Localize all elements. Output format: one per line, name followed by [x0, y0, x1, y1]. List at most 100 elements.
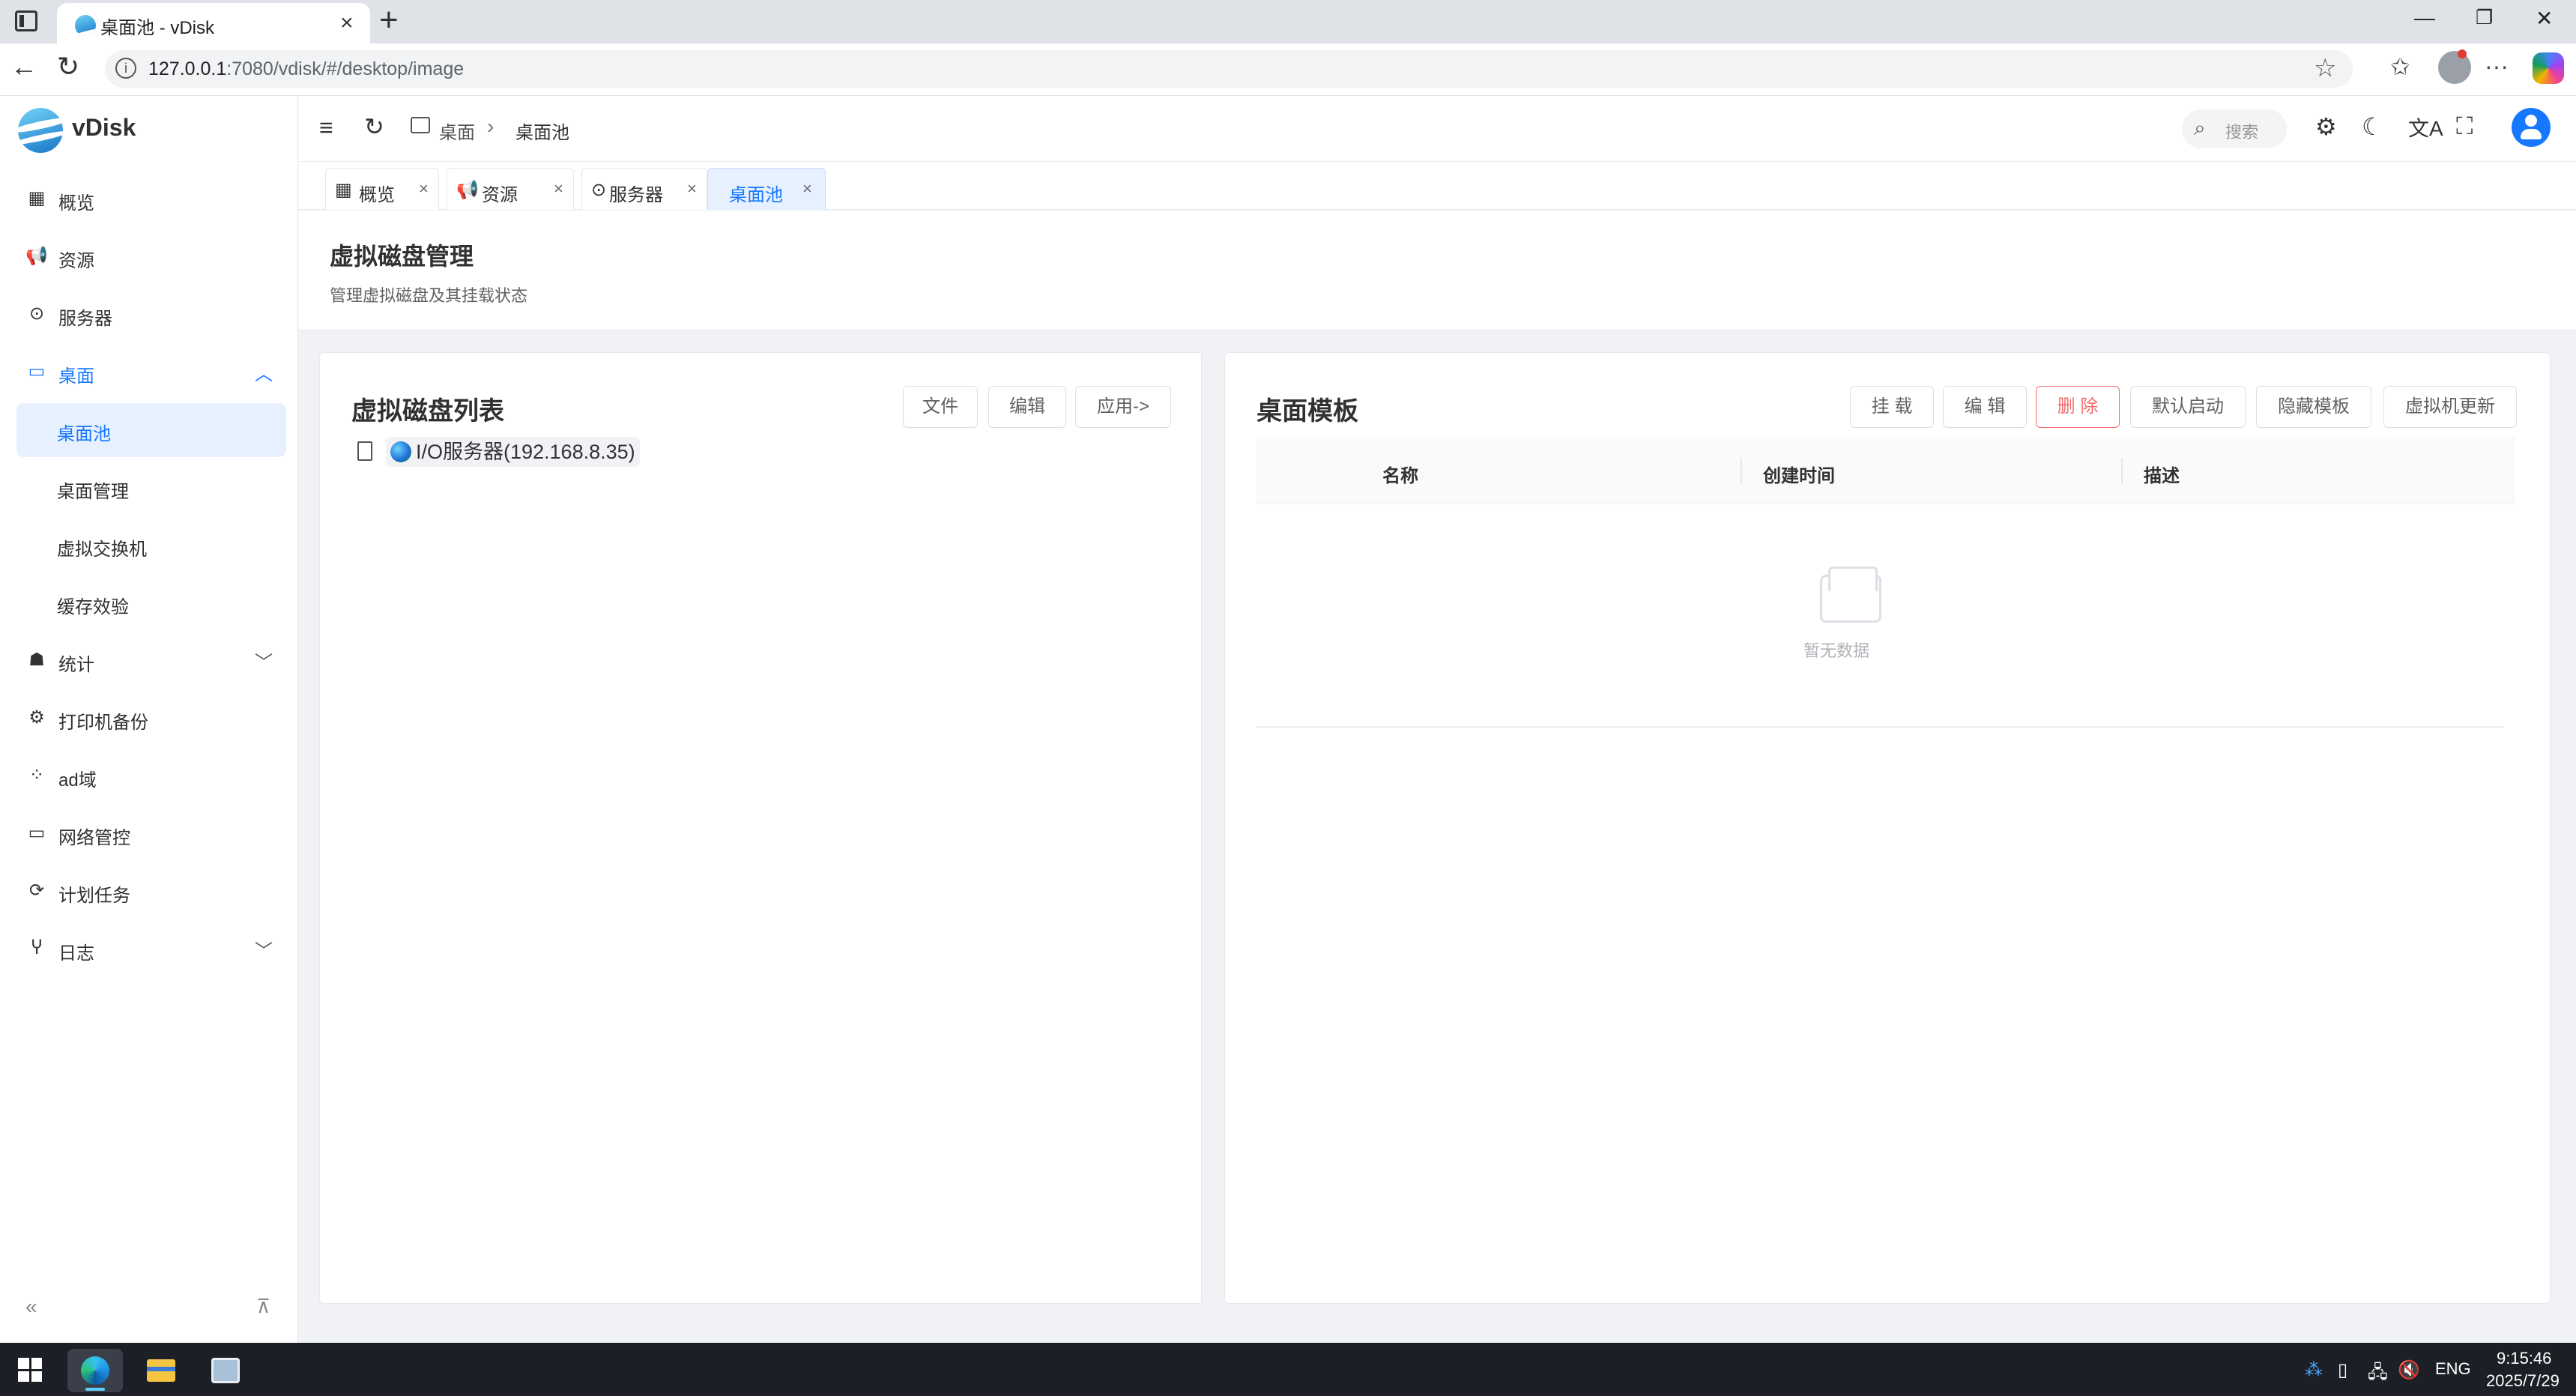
- tab-overview[interactable]: ▦ 概览 ×: [325, 168, 439, 210]
- tab-label: 服务器: [609, 185, 663, 205]
- pin-icon[interactable]: ⊼: [256, 1295, 270, 1318]
- default-start-button[interactable]: 默认启动: [2130, 386, 2246, 428]
- column-header-name[interactable]: 名称: [1382, 461, 1418, 487]
- sidebar-item-virtual-switch[interactable]: 虚拟交换机: [16, 519, 286, 572]
- url-host: 127.0.0.1: [148, 58, 227, 79]
- windows-start-icon[interactable]: [18, 1358, 42, 1382]
- tree-node-io-server[interactable]: I/O服务器(192.168.8.35): [386, 437, 640, 467]
- server-icon: ⊙: [28, 303, 45, 324]
- sidebar-item-desktop-management[interactable]: 桌面管理: [16, 461, 286, 515]
- sidebar-item-cache-verify[interactable]: 缓存效验: [16, 576, 286, 630]
- clipboard-icon[interactable]: ▯: [2338, 1359, 2347, 1381]
- sidebar-item-label: 虚拟交换机: [57, 540, 147, 560]
- empty-state-text: 暂无数据: [1803, 641, 1870, 660]
- tab-desktop-pool[interactable]: 桌面池 ×: [707, 168, 826, 210]
- virtual-disk-panel: 虚拟磁盘列表 文件 编辑 应用-> I/O服务器(192.168.8.35): [319, 352, 1202, 1304]
- back-icon[interactable]: ←: [10, 51, 37, 82]
- window-menu-icon[interactable]: [15, 10, 37, 31]
- taskbar-edge[interactable]: [67, 1349, 123, 1392]
- url-text: 127.0.0.1:7080/vdisk/#/desktop/image: [148, 58, 464, 80]
- close-icon[interactable]: ×: [340, 10, 354, 36]
- edit-button[interactable]: 编 辑: [1943, 386, 2027, 428]
- sidebar-item-network-control[interactable]: ▭ 网络管控: [16, 807, 286, 861]
- edge-icon: [81, 1356, 109, 1385]
- minimize-icon[interactable]: —: [2414, 6, 2435, 30]
- search-button[interactable]: ⌕ 搜索: [2182, 109, 2287, 148]
- chevron-down-icon: ﹀: [255, 941, 273, 961]
- folder-icon: [147, 1359, 175, 1382]
- dark-mode-icon[interactable]: ☾: [2362, 112, 2383, 141]
- column-header-description[interactable]: 描述: [2144, 461, 2180, 487]
- column-header-created[interactable]: 创建时间: [1763, 461, 1835, 487]
- clock-time[interactable]: 9:15:46: [2497, 1349, 2551, 1368]
- tab-servers[interactable]: ⊙ 服务器 ×: [581, 168, 707, 210]
- sidebar-item-logs[interactable]: Ⴤ 日志 ﹀: [16, 922, 286, 976]
- sidebar-item-printer-backup[interactable]: ⚙ 打印机备份: [16, 692, 286, 746]
- task-icon: ⟳: [28, 880, 45, 901]
- volume-muted-icon[interactable]: 🔇: [2398, 1359, 2420, 1381]
- sidebar-item-desktop-pool[interactable]: 桌面池: [16, 403, 286, 457]
- menu-toggle-icon[interactable]: ≡: [319, 114, 333, 142]
- reload-icon[interactable]: ↻: [57, 51, 79, 82]
- restore-icon[interactable]: ❐: [2476, 6, 2493, 29]
- address-bar[interactable]: i 127.0.0.1:7080/vdisk/#/desktop/image ☆: [105, 50, 2353, 88]
- favorites-icon[interactable]: ✩: [2390, 52, 2410, 81]
- breadcrumb-item[interactable]: 桌面: [439, 118, 475, 144]
- sidebar-item-overview[interactable]: ▦ 概览: [16, 172, 286, 226]
- file-button[interactable]: 文件: [903, 386, 978, 428]
- network-icon[interactable]: 🖧: [2368, 1359, 2388, 1390]
- copilot-icon[interactable]: [2533, 52, 2564, 84]
- file-icon: [357, 441, 372, 461]
- gear-icon[interactable]: ⚙: [2315, 112, 2337, 141]
- close-icon[interactable]: ×: [554, 179, 563, 199]
- megaphone-icon: 📢: [25, 246, 48, 266]
- mount-button[interactable]: 挂 载: [1850, 386, 1934, 428]
- language-indicator[interactable]: ENG: [2435, 1359, 2471, 1379]
- empty-inbox-icon: [1820, 566, 1881, 623]
- sidebar-item-label: 缓存效验: [57, 597, 129, 617]
- sidebar-item-desktop[interactable]: ▭ 桌面 ︿: [16, 345, 286, 399]
- sidebar-item-label: 计划任务: [58, 886, 130, 906]
- favorite-star-icon[interactable]: ☆: [2314, 53, 2336, 83]
- close-icon[interactable]: ×: [687, 179, 697, 199]
- tab-resources[interactable]: 📢 资源 ×: [447, 168, 574, 210]
- edit-button[interactable]: 编辑: [988, 386, 1066, 428]
- refresh-icon[interactable]: ↻: [364, 112, 384, 141]
- apply-button[interactable]: 应用->: [1075, 386, 1171, 428]
- table-divider: [1257, 726, 2503, 728]
- avatar[interactable]: [2512, 108, 2551, 147]
- sidebar-item-scheduled-tasks[interactable]: ⟳ 计划任务: [16, 865, 286, 919]
- translate-icon[interactable]: 文A: [2408, 112, 2443, 142]
- sidebar-item-resources[interactable]: 📢 资源: [16, 230, 286, 284]
- hide-template-button[interactable]: 隐藏模板: [2256, 386, 2371, 428]
- taskbar: ⁂ ▯ 🖧 🔇 ENG 9:15:46 2025/7/29: [0, 1343, 2576, 1396]
- browser-tab[interactable]: 桌面池 - vDisk ×: [57, 3, 370, 43]
- column-divider: [2121, 458, 2123, 483]
- sidebar-item-statistics[interactable]: ☗ 统计 ﹀: [16, 634, 286, 688]
- sidebar-item-label: 桌面管理: [57, 482, 129, 502]
- site-info-icon[interactable]: i: [115, 58, 136, 79]
- taskbar-app[interactable]: [198, 1349, 253, 1392]
- bluetooth-icon[interactable]: ⁂: [2305, 1359, 2323, 1381]
- app-icon: [211, 1358, 240, 1383]
- new-tab-icon[interactable]: +: [379, 1, 399, 39]
- monitor-icon: ▭: [28, 823, 46, 843]
- clock-date[interactable]: 2025/7/29: [2486, 1371, 2560, 1391]
- collapse-sidebar-icon[interactable]: «: [25, 1295, 37, 1319]
- active-indicator: [85, 1388, 105, 1391]
- fullscreen-icon[interactable]: ⛶: [2456, 112, 2473, 141]
- sidebar-item-ad-domain[interactable]: ⁘ ad域: [16, 749, 286, 803]
- megaphone-icon: 📢: [456, 180, 479, 200]
- taskbar-file-explorer[interactable]: [133, 1349, 189, 1392]
- close-window-icon[interactable]: ✕: [2536, 6, 2553, 31]
- tab-label: 概览: [359, 185, 395, 205]
- delete-button[interactable]: 删 除: [2036, 386, 2120, 428]
- sidebar-item-servers[interactable]: ⊙ 服务器: [16, 288, 286, 342]
- sidebar-item-label: 桌面: [58, 366, 94, 387]
- page-header: 虚拟磁盘管理 管理虚拟磁盘及其挂载状态: [298, 211, 2576, 330]
- vm-update-button[interactable]: 虚拟机更新: [2383, 386, 2517, 428]
- search-label: 搜索: [2225, 123, 2259, 142]
- more-options-icon[interactable]: ···: [2485, 52, 2509, 80]
- close-icon[interactable]: ×: [802, 179, 812, 199]
- close-icon[interactable]: ×: [419, 179, 429, 199]
